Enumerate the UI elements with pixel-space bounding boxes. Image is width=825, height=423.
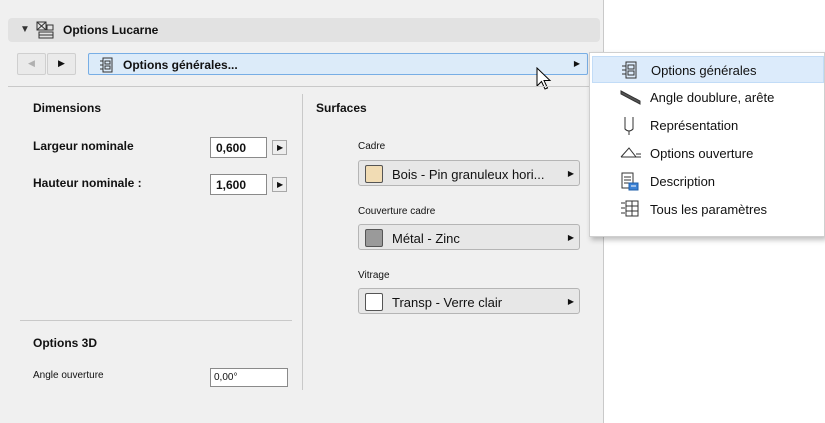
dropdown-arrow-icon: ▶ [573,59,580,68]
menu-item-representation[interactable]: Représentation [592,112,824,139]
menu-item-angle-lining[interactable]: Angle doublure, arête [592,84,824,111]
column-divider [302,94,303,390]
chevron-right-icon: ▶ [567,169,574,178]
material-swatch [365,165,383,183]
general-options-icon [621,61,639,82]
general-options-icon [99,57,115,76]
menu-item-label: Tous les paramètres [650,202,768,217]
height-label: Hauteur nominale : [33,176,142,190]
menu-item-label: Options générales [651,63,757,78]
representation-icon [620,116,638,139]
material-label: Bois - Pin granuleux hori... [392,167,545,182]
menu-item-general-options[interactable]: Options générales [592,56,824,83]
menu-item-label: Options ouverture [650,146,754,161]
chevron-right-icon: ▶ [277,180,284,189]
menu-item-label: Description [650,174,716,189]
opening-angle-value: 0,00° [214,372,238,383]
height-menu-button[interactable]: ▶ [272,177,287,192]
next-page-button[interactable]: ▶ [47,53,76,75]
opening-angle-label: Angle ouverture [33,370,104,381]
menu-item-label: Représentation [650,118,739,133]
opening-options-icon [620,144,642,165]
divider [20,320,292,321]
glazing-material-dropdown[interactable]: Transp - Verre clair ▶ [358,288,580,314]
previous-page-button[interactable]: ◀ [17,53,46,75]
page-selector-dropdown[interactable]: Options générales... ▶ [88,53,588,75]
panel-header[interactable]: ▼ Options Lucarne [8,18,600,42]
options-3d-heading: Options 3D [33,336,98,350]
surfaces-heading: Surfaces [316,101,367,115]
mouse-cursor-icon [536,66,552,94]
page-selector-label: Options générales... [123,58,238,72]
dormer-icon [36,21,54,42]
settings-panel: ▼ Options Lucarne ◀ ▶ Options générales.… [0,0,604,423]
width-input[interactable]: 0,600 [210,137,267,158]
material-label: Métal - Zinc [392,231,460,246]
glazing-label: Vitrage [358,270,390,281]
chevron-left-icon: ◀ [28,58,35,68]
page-menu-popup: Options générales Angle doublure, arête … [589,52,825,237]
width-menu-button[interactable]: ▶ [272,140,287,155]
width-label: Largeur nominale [33,139,134,153]
all-parameters-icon [620,200,640,221]
height-value: 1,600 [216,178,247,192]
chevron-right-icon: ▶ [58,58,65,68]
opening-angle-input[interactable]: 0,00° [210,368,288,387]
angle-lining-icon [620,88,642,109]
material-swatch [365,293,383,311]
menu-item-label: Angle doublure, arête [650,90,775,105]
material-label: Transp - Verre clair [392,295,503,310]
divider [8,86,600,87]
width-value: 0,600 [216,141,247,155]
frame-cover-material-dropdown[interactable]: Métal - Zinc ▶ [358,224,580,250]
dimensions-heading: Dimensions [33,101,102,115]
chevron-right-icon: ▶ [277,143,284,152]
material-swatch [365,229,383,247]
menu-item-opening-options[interactable]: Options ouverture [592,140,824,167]
panel-title: Options Lucarne [63,23,159,37]
frame-label: Cadre [358,141,386,152]
height-input[interactable]: 1,600 [210,174,267,195]
chevron-right-icon: ▶ [567,297,574,306]
chevron-right-icon: ▶ [567,233,574,242]
description-icon [620,172,640,195]
frame-material-dropdown[interactable]: Bois - Pin granuleux hori... ▶ [358,160,580,186]
menu-item-all-parameters[interactable]: Tous les paramètres [592,196,824,223]
collapse-arrow-icon[interactable]: ▼ [20,24,30,35]
menu-item-description[interactable]: Description [592,168,824,195]
frame-cover-label: Couverture cadre [358,206,436,217]
